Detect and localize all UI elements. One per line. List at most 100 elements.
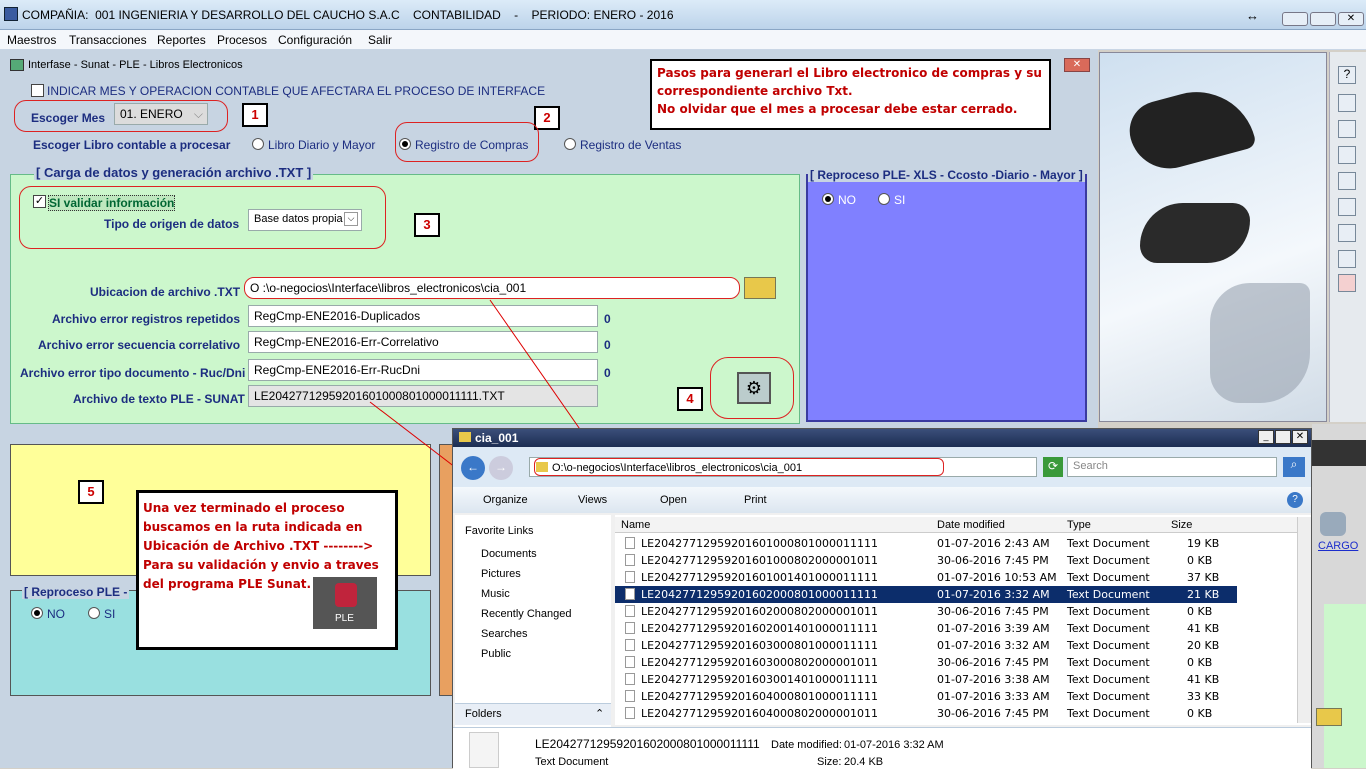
chevron-up-icon: ⌃ <box>595 708 605 720</box>
file-name: LE20427712959201603000802000001011 <box>641 656 879 669</box>
text-file-icon <box>625 673 635 685</box>
table-row[interactable]: LE20427712959201604000802000001011 30-06-… <box>615 705 1237 722</box>
file-date: 01-07-2016 3:38 AM <box>937 673 1050 686</box>
details-name: LE20427712959201602000801000011111 <box>535 737 760 751</box>
text-file-icon <box>625 656 635 668</box>
file-date: 01-07-2016 2:43 AM <box>937 537 1050 550</box>
file-type: Text Document <box>1067 690 1150 703</box>
explorer-minimize[interactable]: _ <box>1258 430 1274 444</box>
text-file-icon <box>625 707 635 719</box>
file-name: LE20427712959201604000802000001011 <box>641 707 879 720</box>
file-name: LE20427712959201602000801000011111 <box>641 588 879 601</box>
address-highlight <box>534 458 944 476</box>
explorer-maximize[interactable] <box>1275 430 1291 444</box>
file-name: LE20427712959201601000802000001011 <box>641 554 879 567</box>
file-date: 01-07-2016 3:32 AM <box>937 639 1050 652</box>
file-name: LE20427712959201602001401000011111 <box>641 622 879 635</box>
file-name: LE20427712959201604000801000011111 <box>641 690 879 703</box>
table-row[interactable]: LE20427712959201601000802000001011 30-06-… <box>615 552 1237 569</box>
file-size: 33 KB <box>1187 690 1220 703</box>
col-size[interactable]: Size <box>1171 519 1192 531</box>
file-size: 41 KB <box>1187 673 1220 686</box>
col-type[interactable]: Type <box>1067 519 1091 531</box>
address-bar: ← → O:\o-negocios\Interface\libros_elect… <box>453 447 1311 487</box>
file-type: Text Document <box>1067 605 1150 618</box>
text-file-icon <box>625 554 635 566</box>
file-date: 30-06-2016 7:45 PM <box>937 605 1049 618</box>
views-button[interactable]: Views <box>578 494 607 506</box>
refresh-button[interactable]: ⟳ <box>1043 457 1063 477</box>
vertical-scrollbar[interactable] <box>1297 517 1311 723</box>
table-row[interactable]: LE20427712959201601000801000011111 01-07-… <box>615 535 1237 552</box>
fav-searches[interactable]: Searches <box>481 628 527 640</box>
text-file-icon <box>625 639 635 651</box>
folders-bar[interactable]: Folders ⌃ <box>455 703 611 725</box>
file-size: 0 KB <box>1187 605 1213 618</box>
file-date: 01-07-2016 10:53 AM <box>937 571 1057 584</box>
file-name: LE20427712959201603001401000011111 <box>641 673 879 686</box>
search-input[interactable]: Search <box>1067 457 1277 477</box>
table-row[interactable]: LE20427712959201603000801000011111 01-07-… <box>615 637 1237 654</box>
file-date: 01-07-2016 3:32 AM <box>937 588 1050 601</box>
text-file-icon <box>625 537 635 549</box>
folder-icon <box>459 432 471 442</box>
file-type: Text Document <box>1067 707 1150 720</box>
file-list: Name Date modified Type Size LE204277129… <box>615 515 1311 725</box>
file-explorer-window: cia_001 _ ✕ ← → O:\o-negocios\Interface\… <box>452 428 1312 769</box>
file-rows: LE20427712959201601000801000011111 01-07-… <box>615 535 1237 725</box>
back-button[interactable]: ← <box>461 456 485 480</box>
fav-music[interactable]: Music <box>481 588 510 600</box>
open-button[interactable]: Open <box>660 494 687 506</box>
text-file-icon <box>625 622 635 634</box>
table-row[interactable]: LE20427712959201603000802000001011 30-06-… <box>615 654 1237 671</box>
explorer-toolbar: Organize Views Open Print ? <box>453 487 1311 513</box>
file-type: Text Document <box>1067 639 1150 652</box>
table-row[interactable]: LE20427712959201602001401000011111 01-07-… <box>615 620 1237 637</box>
file-size: 37 KB <box>1187 571 1220 584</box>
file-name: LE20427712959201602000802000001011 <box>641 605 879 618</box>
explorer-title-bar: cia_001 _ ✕ <box>453 429 1311 447</box>
favorites-title: Favorite Links <box>465 525 534 537</box>
table-row[interactable]: LE20427712959201603001401000011111 01-07-… <box>615 671 1237 688</box>
file-size: 21 KB <box>1187 588 1220 601</box>
text-file-icon <box>625 690 635 702</box>
file-date: 30-06-2016 7:45 PM <box>937 554 1049 567</box>
file-date: 30-06-2016 7:45 PM <box>937 656 1049 669</box>
file-size: 0 KB <box>1187 554 1213 567</box>
fav-public[interactable]: Public <box>481 648 511 660</box>
explorer-close[interactable]: ✕ <box>1292 430 1308 444</box>
file-type: Text Document <box>1067 673 1150 686</box>
col-date[interactable]: Date modified <box>937 519 1005 531</box>
file-date: 01-07-2016 3:39 AM <box>937 622 1050 635</box>
file-type: Text Document <box>1067 537 1150 550</box>
file-size: 0 KB <box>1187 707 1213 720</box>
file-size: 19 KB <box>1187 537 1220 550</box>
text-file-icon <box>625 605 635 617</box>
help-icon[interactable]: ? <box>1287 492 1303 508</box>
fav-documents[interactable]: Documents <box>481 548 537 560</box>
file-name: LE20427712959201601001401000011111 <box>641 571 879 584</box>
text-file-icon <box>625 571 635 583</box>
folders-label: Folders <box>465 708 502 720</box>
file-type: Text Document <box>1067 554 1150 567</box>
file-type: Text Document <box>1067 622 1150 635</box>
search-icon[interactable]: ⌕ <box>1283 457 1305 477</box>
table-row[interactable]: LE20427712959201602000801000011111 01-07-… <box>615 586 1237 603</box>
organize-button[interactable]: Organize <box>483 494 528 506</box>
fav-pictures[interactable]: Pictures <box>481 568 521 580</box>
fav-recently-changed[interactable]: Recently Changed <box>481 608 572 620</box>
file-size: 41 KB <box>1187 622 1220 635</box>
file-type: Text Document <box>1067 571 1150 584</box>
explorer-title: cia_001 <box>475 431 519 445</box>
file-date: 01-07-2016 3:33 AM <box>937 690 1050 703</box>
forward-button[interactable]: → <box>489 456 513 480</box>
table-row[interactable]: LE20427712959201602000802000001011 30-06-… <box>615 603 1237 620</box>
address-input[interactable]: O:\o-negocios\Interface\libros_electroni… <box>529 457 1037 477</box>
table-row[interactable]: LE20427712959201601001401000011111 01-07-… <box>615 569 1237 586</box>
details-date: 01-07-2016 3:32 AM <box>844 739 944 751</box>
file-name: LE20427712959201601000801000011111 <box>641 537 879 550</box>
col-name[interactable]: Name <box>621 519 650 531</box>
table-row[interactable]: LE20427712959201604000801000011111 01-07-… <box>615 688 1237 705</box>
details-pane: LE20427712959201602000801000011111 Date … <box>453 727 1311 769</box>
print-button[interactable]: Print <box>744 494 767 506</box>
